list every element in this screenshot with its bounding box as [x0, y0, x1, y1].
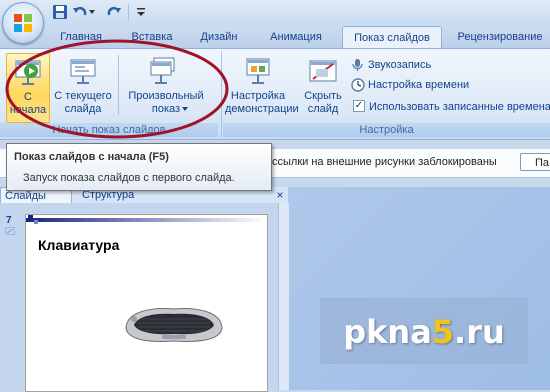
group-setup: Настройка демонстрации Скрыть слайд Звук…: [223, 49, 550, 139]
slideshow-from-current-icon: [70, 59, 96, 84]
tab-design[interactable]: Дизайн: [190, 26, 248, 48]
watermark-prefix: pkna: [343, 313, 432, 351]
tab-insert[interactable]: Вставка: [122, 26, 182, 48]
hide-slide-button[interactable]: Скрыть слайд: [295, 53, 351, 121]
from-beginning-button[interactable]: С начала: [6, 53, 50, 123]
group-label-start-slide-show: Начать показ слайдов: [0, 123, 218, 137]
ribbon-tab-bar: Главная Вставка Дизайн Анимация Показ сл…: [0, 26, 550, 50]
redo-icon[interactable]: [106, 4, 122, 20]
qat-separator: [128, 4, 129, 20]
group-start-slide-show: С начала С текущего слайда Произвольный …: [0, 49, 222, 139]
watermark: pkna5.ru: [320, 298, 528, 364]
from-current-slide-button[interactable]: С текущего слайда: [52, 53, 114, 121]
setup-show-label-1: Настройка: [230, 90, 286, 102]
save-icon[interactable]: [52, 4, 68, 20]
slideshow-from-start-icon: [15, 60, 41, 85]
undo-icon[interactable]: [72, 4, 88, 20]
ribbon-separator: [118, 55, 119, 115]
rehearse-timings-label: Настройка времени: [368, 79, 470, 91]
hide-slide-label-2: слайд: [307, 103, 339, 115]
record-narration-label: Звукозапись: [368, 59, 432, 71]
slide-number: 7: [6, 215, 12, 226]
screen-tip-title: Показ слайдов с начала (F5): [14, 151, 169, 163]
office-button[interactable]: [2, 2, 44, 44]
group-label-setup: Настройка: [223, 123, 550, 137]
ribbon: С начала С текущего слайда Произвольный …: [0, 48, 550, 140]
message-text: ссылки на внешние рисунки заблокированы: [272, 156, 497, 168]
use-timings-checkbox[interactable]: ✓: [353, 100, 365, 113]
rehearse-timings-command[interactable]: Настройка времени: [351, 77, 469, 94]
setup-show-icon: [246, 58, 270, 84]
custom-show-label-1: Произвольный: [128, 90, 204, 102]
close-pane-icon[interactable]: ×: [274, 187, 286, 203]
from-beginning-label-1: С: [24, 91, 32, 103]
hide-slide-icon: [309, 60, 337, 82]
customize-quick-access-icon[interactable]: [136, 7, 146, 17]
from-current-label-2: слайда: [64, 103, 102, 115]
tab-review[interactable]: Рецензирование: [448, 26, 550, 48]
record-narration-command[interactable]: Звукозапись: [351, 57, 431, 74]
custom-show-dropdown-icon: [182, 107, 188, 111]
tab-home[interactable]: Главная: [50, 26, 112, 48]
group-separator: [221, 51, 222, 137]
custom-show-button[interactable]: Произвольный показ: [122, 53, 210, 121]
slides-pane-scrollbar[interactable]: [278, 203, 289, 390]
setup-show-button[interactable]: Настройка демонстрации: [225, 53, 299, 121]
watermark-suffix: .ru: [454, 313, 505, 351]
custom-show-icon: [150, 57, 175, 84]
clock-icon: [351, 78, 365, 92]
slide-transition-icon: [5, 227, 15, 235]
from-current-label-1: С текущего: [54, 90, 112, 102]
keyboard-image: [125, 308, 223, 342]
slide-thumbnail[interactable]: Клавиатура: [25, 214, 268, 392]
slide-title: Клавиатура: [38, 237, 120, 253]
hide-slide-label-1: Скрыть: [304, 90, 342, 102]
use-rehearsed-timings-command[interactable]: ✓ Использовать записанные времена: [353, 99, 550, 116]
watermark-digit: 5: [431, 313, 455, 351]
screen-tip-description: Запуск показа слайдов с первого слайда.: [23, 172, 235, 184]
tab-animation[interactable]: Анимация: [256, 26, 336, 48]
tab-slide-show[interactable]: Показ слайдов: [342, 26, 442, 50]
use-timings-label: Использовать записанные времена: [369, 101, 550, 113]
screen-tip: Показ слайдов с начала (F5) Запуск показ…: [6, 143, 272, 191]
custom-show-label-2: показ: [151, 103, 181, 115]
microphone-icon: [352, 59, 363, 72]
from-beginning-label-2: начала: [9, 104, 47, 116]
message-options-button[interactable]: Па: [520, 153, 550, 171]
watermark-text: pkna5.ru: [321, 313, 527, 351]
office-logo-icon: [14, 14, 32, 32]
undo-dropdown-icon[interactable]: [89, 9, 95, 15]
setup-show-label-2: демонстрации: [225, 103, 299, 115]
slide-header-bar: [26, 215, 266, 224]
